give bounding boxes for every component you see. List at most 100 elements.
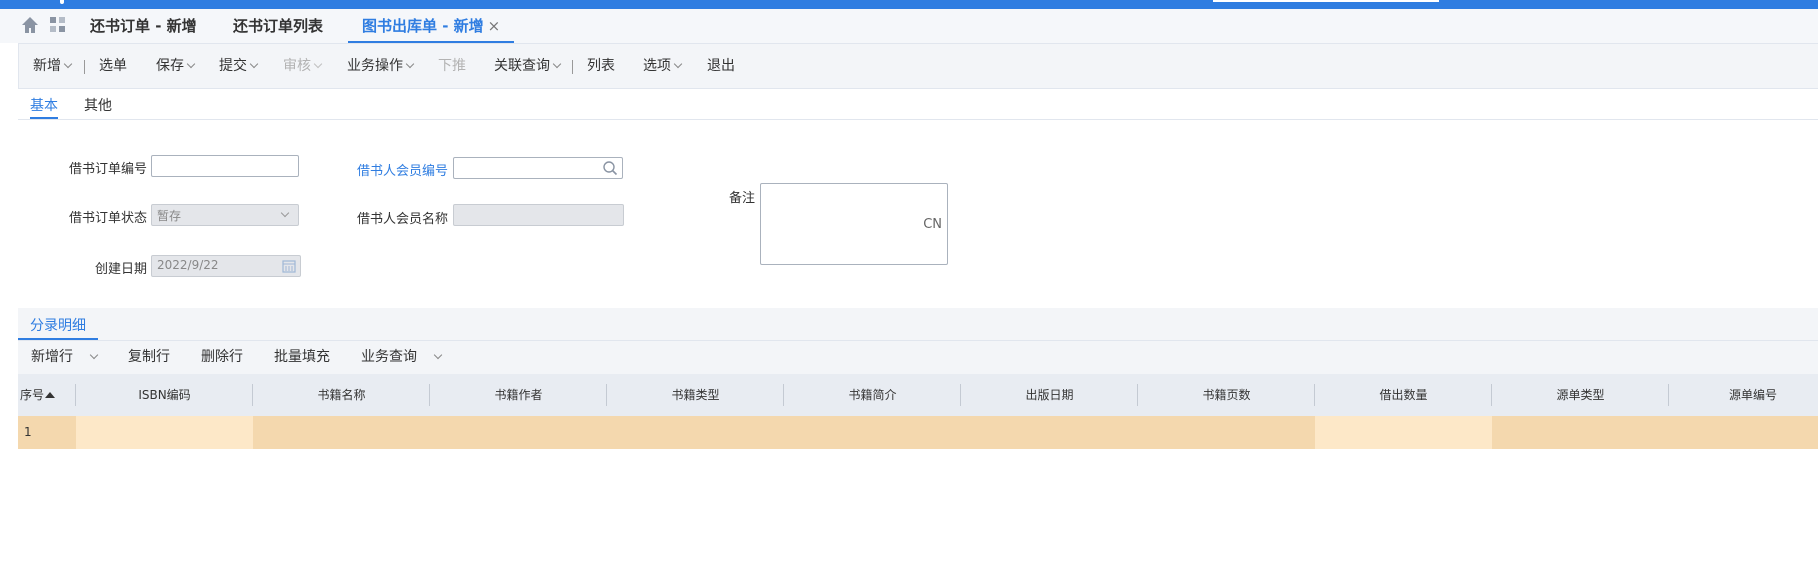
- related-query-label: 关联查询: [494, 58, 550, 74]
- column-header-label: 书籍名称: [317, 388, 366, 402]
- copy-row-button[interactable]: 复制行: [128, 341, 170, 374]
- tab-return-order-list[interactable]: 还书订单列表: [233, 9, 323, 43]
- detail-section-header: 分录明细: [18, 308, 1818, 341]
- batch-fill-button[interactable]: 批量填充: [274, 341, 330, 374]
- audit-label: 审核: [283, 58, 311, 74]
- column-header-label: 借出数量: [1379, 388, 1428, 402]
- home-icon[interactable]: [20, 15, 40, 35]
- cell-isbn[interactable]: [76, 416, 253, 449]
- cell-publish-date: [961, 416, 1138, 449]
- grid-toolbar: 新增行 复制行 删除行 批量填充 业务查询: [18, 341, 1818, 374]
- order-status-value: 暂存: [157, 209, 182, 223]
- entry-details-label: 分录明细: [30, 318, 86, 334]
- exit-button[interactable]: 退出: [707, 44, 735, 88]
- tab-book-outbound-new[interactable]: 图书出库单 - 新增 ×: [348, 9, 515, 43]
- cell-lend-qty[interactable]: [1315, 416, 1492, 449]
- column-header-label: 源单类型: [1556, 388, 1605, 402]
- column-header-page-count[interactable]: 书籍页数: [1138, 374, 1315, 416]
- member-no-label: 借书人会员编号: [356, 164, 448, 179]
- list-label: 列表: [587, 58, 615, 74]
- column-header-label: 源单编号: [1729, 388, 1778, 402]
- add-row-button[interactable]: 新增行: [31, 341, 99, 374]
- tab-label: 还书订单列表: [233, 17, 324, 35]
- push-down-label: 下推: [438, 58, 466, 74]
- grid-header: 序号 ISBN编码 书籍名称 书籍作者 书籍类型 书籍简介 出版日期 书籍页数 …: [18, 374, 1818, 416]
- page-tab-bar: 还书订单 - 新增 还书订单列表 图书出库单 - 新增 ×: [0, 9, 1818, 43]
- create-date-value: 2022/9/22: [157, 258, 219, 272]
- column-header-label: 书籍页数: [1202, 388, 1251, 402]
- business-ops-button[interactable]: 业务操作: [347, 44, 415, 88]
- push-down-button[interactable]: 下推: [438, 44, 466, 88]
- column-header-lend-qty[interactable]: 借出数量: [1315, 374, 1492, 416]
- audit-button[interactable]: 审核: [283, 44, 323, 88]
- chevron-down-icon: [63, 59, 73, 69]
- tab-entry-details[interactable]: 分录明细: [18, 314, 98, 340]
- tab-label: 还书订单 - 新增: [90, 17, 197, 35]
- business-query-label: 业务查询: [361, 349, 417, 365]
- app-grid-icon[interactable]: [49, 16, 67, 34]
- member-no-input[interactable]: [453, 157, 623, 179]
- tab-other[interactable]: 其他: [84, 95, 112, 117]
- remark-textarea[interactable]: CN: [760, 183, 948, 265]
- order-status-select[interactable]: 暂存: [151, 204, 299, 226]
- global-search-box[interactable]: [1213, 0, 1439, 2]
- related-query-button[interactable]: 关联查询: [494, 44, 562, 88]
- exit-label: 退出: [707, 58, 735, 74]
- language-indicator[interactable]: CN: [923, 217, 942, 232]
- sort-ascending-icon[interactable]: [45, 392, 56, 398]
- column-header-label: 出版日期: [1025, 388, 1074, 402]
- cell-book-name: [253, 416, 430, 449]
- top-header-bar: [0, 0, 1818, 9]
- search-icon[interactable]: [602, 160, 618, 176]
- remark-label: 备注: [728, 191, 755, 206]
- calendar-icon[interactable]: [282, 259, 296, 273]
- order-no-label: 借书订单编号: [68, 162, 147, 177]
- order-no-input[interactable]: [151, 155, 299, 177]
- chevron-down-icon: [552, 59, 562, 69]
- column-header-book-type[interactable]: 书籍类型: [607, 374, 784, 416]
- toolbar-divider: [572, 60, 573, 74]
- column-header-book-intro[interactable]: 书籍简介: [784, 374, 961, 416]
- cell-book-type: [607, 416, 784, 449]
- chevron-down-icon: [249, 59, 259, 69]
- column-header-label: 书籍类型: [671, 388, 720, 402]
- chevron-down-icon: [313, 59, 323, 69]
- member-name-field[interactable]: [453, 204, 624, 226]
- chevron-down-icon: [280, 208, 290, 218]
- business-query-button[interactable]: 业务查询: [361, 341, 443, 374]
- create-date-field[interactable]: 2022/9/22: [151, 255, 301, 277]
- tab-basic-label: 基本: [30, 98, 58, 114]
- chevron-down-icon: [405, 59, 415, 69]
- column-header-publish-date[interactable]: 出版日期: [961, 374, 1138, 416]
- close-icon[interactable]: ×: [488, 17, 501, 35]
- column-header-seq[interactable]: 序号: [18, 374, 76, 416]
- new-button-label: 新增: [33, 58, 61, 74]
- options-label: 选项: [643, 58, 671, 74]
- chevron-down-icon: [186, 59, 196, 69]
- new-button[interactable]: 新增: [33, 44, 73, 88]
- cell-source-no: [1669, 416, 1818, 449]
- column-header-book-name[interactable]: 书籍名称: [253, 374, 430, 416]
- column-header-source-no[interactable]: 源单编号: [1669, 374, 1818, 416]
- delete-row-button[interactable]: 删除行: [201, 341, 243, 374]
- column-header-isbn[interactable]: ISBN编码: [76, 374, 253, 416]
- cell-source-type: [1492, 416, 1669, 449]
- options-button[interactable]: 选项: [643, 44, 683, 88]
- delete-row-label: 删除行: [201, 349, 243, 365]
- cell-page-count: [1138, 416, 1315, 449]
- column-header-label: ISBN编码: [138, 388, 191, 402]
- list-button[interactable]: 列表: [587, 44, 615, 88]
- column-header-source-type[interactable]: 源单类型: [1492, 374, 1669, 416]
- copy-row-label: 复制行: [128, 349, 170, 365]
- save-button[interactable]: 保存: [156, 44, 196, 88]
- select-bill-label: 选单: [99, 58, 127, 74]
- column-header-book-author[interactable]: 书籍作者: [430, 374, 607, 416]
- logo-mark: [60, 0, 64, 4]
- select-bill-button[interactable]: 选单: [99, 44, 127, 88]
- create-date-label: 创建日期: [94, 262, 147, 277]
- add-row-label: 新增行: [31, 349, 73, 365]
- tab-return-order-new[interactable]: 还书订单 - 新增: [90, 9, 197, 43]
- table-row[interactable]: 1: [18, 416, 1818, 449]
- tab-basic[interactable]: 基本: [30, 95, 58, 119]
- submit-button[interactable]: 提交: [219, 44, 259, 88]
